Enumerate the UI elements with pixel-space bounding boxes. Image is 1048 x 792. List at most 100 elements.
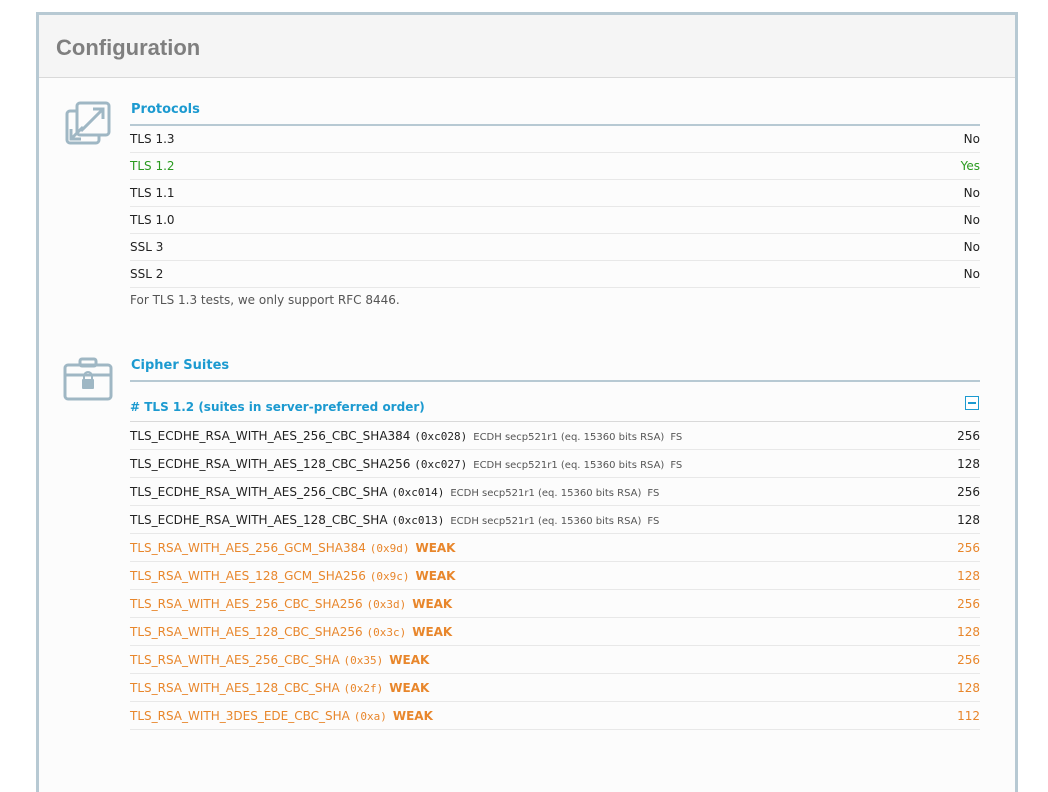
table-row: TLS 1.3 No <box>130 126 980 153</box>
table-row: SSL 3 No <box>130 234 980 261</box>
panel-header: Configuration <box>39 15 1015 78</box>
table-row: TLS 1.0 No <box>130 207 980 234</box>
cipher-suites-divider <box>130 380 980 382</box>
protocol-label: TLS 1.2 <box>130 159 175 173</box>
table-row: TLS_RSA_WITH_AES_256_CBC_SHA (0x35) WEAK 2… <box>130 646 980 674</box>
cipher-bits: 256 <box>957 485 980 499</box>
cipher-bits: 256 <box>957 541 980 555</box>
protocol-value: No <box>963 186 980 200</box>
collapse-toggle-button[interactable] <box>965 396 979 410</box>
table-row: TLS 1.1 No <box>130 180 980 207</box>
table-row: SSL 2 No <box>130 261 980 288</box>
protocol-label: TLS 1.0 <box>130 213 175 227</box>
cipher-suite-cell: TLS_RSA_WITH_AES_256_CBC_SHA (0x35) WEAK <box>130 653 429 667</box>
cipher-bits: 256 <box>957 653 980 667</box>
cipher-suite-cell: TLS_RSA_WITH_AES_128_CBC_SHA (0x2f) WEAK <box>130 681 429 695</box>
cipher-bits: 256 <box>957 597 980 611</box>
forward-secrecy-badge: FS <box>647 516 660 527</box>
configuration-panel: Configuration Protocols TLS 1.3 No TLS 1.2… <box>36 12 1018 792</box>
cipher-suite-cell: TLS_RSA_WITH_AES_128_CBC_SHA256 (0x3c) WE… <box>130 625 452 639</box>
table-row: TLS_ECDHE_RSA_WITH_AES_256_CBC_SHA384 (0… <box>130 422 980 450</box>
cipher-suites-title: Cipher Suites <box>131 358 230 373</box>
table-row: TLS_ECDHE_RSA_WITH_AES_256_CBC_SHA (0xc0… <box>130 478 980 506</box>
cipher-suite-name: TLS_RSA_WITH_AES_256_CBC_SHA <box>130 653 340 667</box>
cipher-suite-cell: TLS_ECDHE_RSA_WITH_AES_128_CBC_SHA (0xc0… <box>130 513 659 527</box>
table-row: TLS_RSA_WITH_AES_128_CBC_SHA (0x2f) WEAK 1… <box>130 674 980 702</box>
protocols-note: For TLS 1.3 tests, we only support RFC 8… <box>130 293 400 307</box>
cipher-bits: 128 <box>957 569 980 583</box>
table-row: TLS_ECDHE_RSA_WITH_AES_128_CBC_SHA (0xc0… <box>130 506 980 534</box>
cipher-suite-name: TLS_ECDHE_RSA_WITH_AES_256_CBC_SHA384 <box>130 429 411 443</box>
table-row: TLS 1.2 Yes <box>130 153 980 180</box>
weak-badge: WEAK <box>415 541 456 555</box>
protocol-value: Yes <box>960 159 980 173</box>
cipher-bits: 128 <box>957 513 980 527</box>
cipher-bits: 128 <box>957 457 980 471</box>
weak-badge: WEAK <box>415 569 456 583</box>
cipher-suite-cell: TLS_RSA_WITH_AES_256_GCM_SHA384 (0x9d) WE… <box>130 541 455 555</box>
tls12-group-title: # TLS 1.2 (suites in server-preferred or… <box>130 400 425 414</box>
protocol-label: TLS 1.3 <box>130 132 175 146</box>
weak-badge: WEAK <box>389 681 430 695</box>
table-row: TLS_ECDHE_RSA_WITH_AES_128_CBC_SHA256 (0… <box>130 450 980 478</box>
table-row: TLS_RSA_WITH_AES_256_GCM_SHA384 (0x9d) WE… <box>130 534 980 562</box>
protocol-value: No <box>963 213 980 227</box>
table-row: TLS_RSA_WITH_AES_128_GCM_SHA256 (0x9c) WE… <box>130 562 980 590</box>
protocol-value: No <box>963 267 980 281</box>
cipher-suite-code: (0x35) <box>343 654 384 667</box>
cipher-suite-code: (0x3d) <box>366 598 407 611</box>
protocols-table: TLS 1.3 No TLS 1.2 Yes TLS 1.1 No TLS 1.0 No SSL… <box>130 126 980 288</box>
key-exchange-detail: ECDH secp521r1 (eq. 15360 bits RSA) <box>450 516 642 527</box>
key-exchange-detail: ECDH secp521r1 (eq. 15360 bits RSA) <box>450 488 642 499</box>
cipher-suite-cell: TLS_RSA_WITH_AES_256_CBC_SHA256 (0x3d) WE… <box>130 597 452 611</box>
cipher-suite-name: TLS_RSA_WITH_AES_128_CBC_SHA <box>130 681 340 695</box>
cipher-suite-cell: TLS_RSA_WITH_AES_128_GCM_SHA256 (0x9c) WE… <box>130 569 455 583</box>
cipher-suite-code: (0xc027) <box>414 458 468 471</box>
cipher-suite-cell: TLS_RSA_WITH_3DES_EDE_CBC_SHA (0xa) WEAK <box>130 709 433 723</box>
cipher-suite-code: (0x9c) <box>369 570 410 583</box>
cipher-suite-code: (0x2f) <box>343 682 384 695</box>
forward-secrecy-badge: FS <box>647 488 660 499</box>
table-row: TLS_RSA_WITH_AES_256_CBC_SHA256 (0x3d) WE… <box>130 590 980 618</box>
cipher-bits: 112 <box>957 709 980 723</box>
protocol-value: No <box>963 132 980 146</box>
forward-secrecy-badge: FS <box>670 460 683 471</box>
cipher-suites-table: TLS_ECDHE_RSA_WITH_AES_256_CBC_SHA384 (0… <box>130 422 980 730</box>
cipher-bits: 128 <box>957 681 980 695</box>
weak-badge: WEAK <box>389 653 430 667</box>
cipher-bits: 128 <box>957 625 980 639</box>
lock-briefcase-icon <box>63 357 113 406</box>
cipher-suite-cell: TLS_ECDHE_RSA_WITH_AES_256_CBC_SHA (0xc0… <box>130 485 659 499</box>
tls12-group-header: # TLS 1.2 (suites in server-preferred or… <box>130 391 980 422</box>
cipher-suite-code: (0xc028) <box>414 430 468 443</box>
arrows-expand-icon <box>65 101 111 152</box>
cipher-suite-code: (0x3c) <box>366 626 407 639</box>
cipher-suite-code: (0x9d) <box>369 542 410 555</box>
cipher-suite-cell: TLS_ECDHE_RSA_WITH_AES_256_CBC_SHA384 (0… <box>130 429 682 443</box>
cipher-suite-name: TLS_RSA_WITH_AES_256_CBC_SHA256 <box>130 597 363 611</box>
table-row: TLS_RSA_WITH_AES_128_CBC_SHA256 (0x3c) WE… <box>130 618 980 646</box>
key-exchange-detail: ECDH secp521r1 (eq. 15360 bits RSA) <box>473 460 665 471</box>
protocol-value: No <box>963 240 980 254</box>
weak-badge: WEAK <box>412 625 453 639</box>
key-exchange-detail: ECDH secp521r1 (eq. 15360 bits RSA) <box>473 432 665 443</box>
cipher-suite-code: (0xc014) <box>391 486 445 499</box>
forward-secrecy-badge: FS <box>670 432 683 443</box>
cipher-suite-name: TLS_RSA_WITH_AES_128_GCM_SHA256 <box>130 569 366 583</box>
cipher-suite-name: TLS_ECDHE_RSA_WITH_AES_128_CBC_SHA <box>130 513 388 527</box>
cipher-suite-name: TLS_ECDHE_RSA_WITH_AES_256_CBC_SHA <box>130 485 388 499</box>
cipher-suite-name: TLS_RSA_WITH_AES_256_GCM_SHA384 <box>130 541 366 555</box>
page-title: Configuration <box>56 35 201 60</box>
protocol-label: TLS 1.1 <box>130 186 175 200</box>
protocol-label: SSL 3 <box>130 240 164 254</box>
cipher-suite-name: TLS_RSA_WITH_AES_128_CBC_SHA256 <box>130 625 363 639</box>
weak-badge: WEAK <box>392 709 433 723</box>
weak-badge: WEAK <box>412 597 453 611</box>
cipher-suite-code: (0xc013) <box>391 514 445 527</box>
protocols-title: Protocols <box>131 102 200 117</box>
protocol-label: SSL 2 <box>130 267 164 281</box>
cipher-suite-cell: TLS_ECDHE_RSA_WITH_AES_128_CBC_SHA256 (0… <box>130 457 682 471</box>
table-row: TLS_RSA_WITH_3DES_EDE_CBC_SHA (0xa) WEAK 1… <box>130 702 980 730</box>
cipher-suite-name: TLS_ECDHE_RSA_WITH_AES_128_CBC_SHA256 <box>130 457 411 471</box>
cipher-suite-name: TLS_RSA_WITH_3DES_EDE_CBC_SHA <box>130 709 350 723</box>
